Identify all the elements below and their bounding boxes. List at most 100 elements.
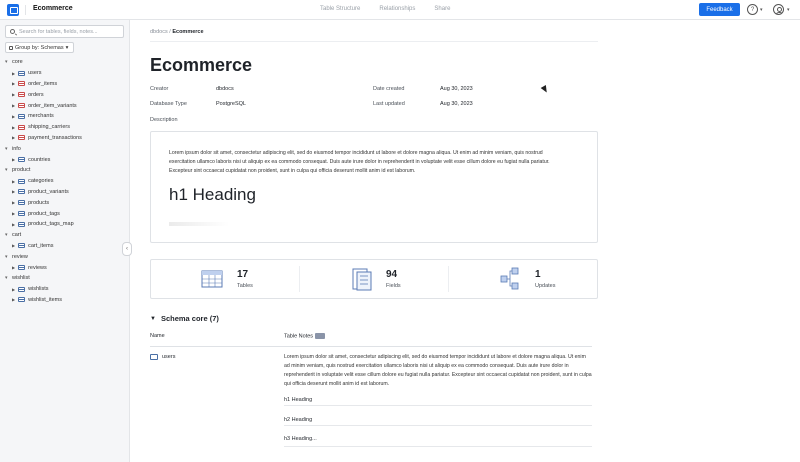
- sidebar-item-label: wishlist_items: [28, 296, 63, 303]
- table-icon: [18, 103, 26, 109]
- table-icon: [18, 124, 26, 130]
- sidebar-item-wishlist_items[interactable]: ▶ wishlist_items: [0, 295, 130, 306]
- sidebar-item-users[interactable]: ▶ users: [0, 68, 130, 79]
- table-icon: [18, 211, 26, 217]
- column-header-notes-label: Table Notes: [284, 333, 314, 340]
- sidebar-item-products[interactable]: ▶ products: [0, 197, 130, 208]
- caret-right-icon[interactable]: ▶: [12, 287, 15, 292]
- fields-label: Fields: [386, 283, 401, 289]
- caret-right-icon[interactable]: ▶: [12, 179, 15, 184]
- user-avatar-icon[interactable]: [773, 4, 784, 15]
- main-content: dbdocs / Ecommerce Ecommerce Creator dbd…: [131, 20, 800, 462]
- date-created-label: Date created: [373, 86, 405, 92]
- table-icon: [18, 286, 26, 292]
- caret-right-icon[interactable]: ▶: [12, 265, 15, 270]
- search-box: [5, 25, 124, 38]
- sidebar-item-label: orders: [28, 91, 44, 98]
- chevron-down-icon: ▾: [65, 44, 69, 51]
- breadcrumb: dbdocs / Ecommerce: [150, 29, 204, 35]
- caret-right-icon[interactable]: ▶: [12, 211, 15, 216]
- sidebar-item-label: shipping_carriers: [28, 124, 70, 131]
- faded-text: [169, 222, 229, 226]
- note-heading-h2: h2 Heading: [284, 417, 313, 423]
- updates-stat-icon: [500, 267, 519, 290]
- tab-table-structure[interactable]: Table Structure: [320, 6, 360, 12]
- caret-right-icon[interactable]: ▶: [12, 103, 15, 108]
- table-icon: [18, 265, 26, 271]
- divider: [284, 405, 592, 406]
- sidebar-item-orders[interactable]: ▶ orders: [0, 89, 130, 100]
- sidebar-item-wishlists[interactable]: ▶ wishlists: [0, 284, 130, 295]
- sidebar-item-merchants[interactable]: ▶ merchants: [0, 111, 130, 122]
- sidebar-item-payment_transactions[interactable]: ▶ payment_transactions: [0, 133, 130, 144]
- chevron-down-icon[interactable]: ▾: [760, 7, 763, 13]
- last-updated-value: Aug 30, 2023: [440, 101, 473, 107]
- updates-label: Updates: [535, 283, 556, 289]
- schema-section-heading[interactable]: ▼ Schema core (7): [150, 314, 219, 323]
- schema-group-info[interactable]: info: [0, 143, 130, 154]
- page-title: Ecommerce: [150, 55, 253, 75]
- caret-right-icon[interactable]: ▶: [12, 200, 15, 205]
- caret-right-icon[interactable]: ▶: [12, 135, 15, 140]
- sidebar-item-product_tags_map[interactable]: ▶ product_tags_map: [0, 219, 130, 230]
- creator-value: dbdocs: [216, 86, 234, 92]
- sidebar-item-cart_items[interactable]: ▶ cart_items: [0, 241, 130, 252]
- sidebar-item-categories[interactable]: ▶ categories: [0, 176, 130, 187]
- note-heading-h3: h3 Heading...: [284, 436, 317, 442]
- schema-group-wishlist[interactable]: wishlist: [0, 273, 130, 284]
- tab-relationships[interactable]: Relationships: [379, 6, 415, 12]
- caret-right-icon[interactable]: ▶: [12, 71, 15, 76]
- schema-group-product[interactable]: product: [0, 165, 130, 176]
- sidebar-item-order_item_variants[interactable]: ▶ order_item_variants: [0, 100, 130, 111]
- tab-share[interactable]: Share: [434, 6, 450, 12]
- search-input[interactable]: [19, 27, 119, 37]
- table-row-name[interactable]: users: [162, 354, 175, 360]
- sidebar-item-product_variants[interactable]: ▶ product_variants: [0, 187, 130, 198]
- top-nav: Table Structure Relationships Share: [320, 6, 450, 12]
- last-updated-label: Last updated: [373, 101, 405, 107]
- sidebar: Group by: Schemas ▾ core ▶ users ▶ order_ite…: [0, 20, 132, 462]
- db-type-label: Database Type: [150, 101, 187, 107]
- schema-group-cart[interactable]: cart: [0, 230, 130, 241]
- table-icon: [18, 135, 26, 141]
- sidebar-item-order_items[interactable]: ▶ order_items: [0, 79, 130, 90]
- caret-right-icon[interactable]: ▶: [12, 243, 15, 248]
- table-icon: [18, 178, 26, 184]
- fields-stat-icon: [352, 268, 372, 291]
- table-icon: [18, 157, 26, 163]
- stat-updates: 1 Updates: [449, 266, 597, 292]
- sidebar-item-label: merchants: [28, 113, 54, 120]
- schema-group-core[interactable]: core: [0, 57, 130, 68]
- app-title: Ecommerce: [33, 5, 73, 12]
- sidebar-item-label: categories: [28, 178, 54, 185]
- app-logo-icon[interactable]: [7, 4, 19, 16]
- column-header-notes: Table Notes: [284, 333, 326, 340]
- chevron-down-icon[interactable]: ▾: [787, 7, 790, 13]
- caret-right-icon[interactable]: ▶: [12, 81, 15, 86]
- table-row-notes: Lorem ipsum dolor sit amet, consectetur …: [284, 354, 592, 387]
- feedback-button[interactable]: Feedback: [699, 3, 740, 16]
- sidebar-item-shipping_carriers[interactable]: ▶ shipping_carriers: [0, 122, 130, 133]
- caret-right-icon[interactable]: ▶: [12, 125, 15, 130]
- breadcrumb-parent[interactable]: dbdocs: [150, 29, 168, 35]
- fields-count: 94: [386, 269, 398, 280]
- sidebar-item-label: reviews: [28, 264, 47, 271]
- divider: [25, 5, 26, 15]
- sidebar-item-countries[interactable]: ▶ countries: [0, 154, 130, 165]
- group-by-button[interactable]: Group by: Schemas ▾: [5, 42, 74, 53]
- table-icon: [18, 81, 26, 87]
- sidebar-item-product_tags[interactable]: ▶ product_tags: [0, 208, 130, 219]
- caret-right-icon[interactable]: ▶: [12, 222, 15, 227]
- caret-right-icon[interactable]: ▶: [12, 157, 15, 162]
- sidebar-item-reviews[interactable]: ▶ reviews: [0, 262, 130, 273]
- caret-right-icon[interactable]: ▶: [12, 297, 15, 302]
- caret-right-icon[interactable]: ▶: [12, 189, 15, 194]
- caret-right-icon[interactable]: ▶: [12, 92, 15, 97]
- caret-right-icon[interactable]: ▶: [12, 114, 15, 119]
- schema-group-review[interactable]: review: [0, 251, 130, 262]
- divider: [150, 41, 598, 42]
- table-icon: [18, 243, 26, 249]
- help-icon[interactable]: ?: [747, 4, 758, 15]
- table-icon: [18, 70, 26, 76]
- table-icon: [18, 189, 26, 195]
